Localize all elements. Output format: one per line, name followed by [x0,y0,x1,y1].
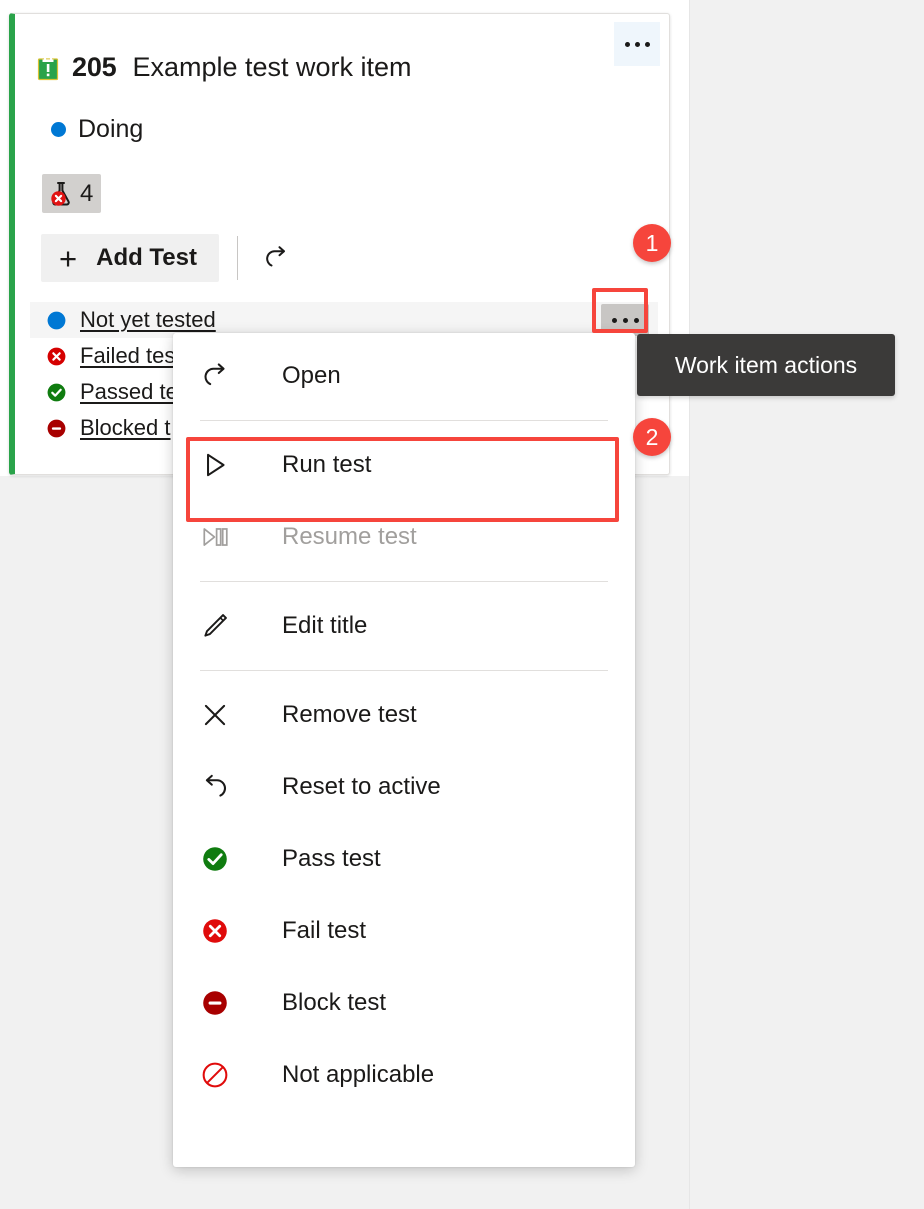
tooltip-work-item-actions: Work item actions [637,334,895,396]
test-title-link[interactable]: Failed tes [80,343,175,369]
open-arrow-icon [266,246,285,267]
menu-item-label: Pass test [282,845,381,872]
pencil-icon [200,608,240,644]
menu-item-resume-test: Resume test [173,501,635,573]
play-pause-icon [200,519,240,555]
not-applicable-icon [200,1057,240,1093]
screenshot-root: 205 Example test work item Doing 4 + Add… [0,0,924,1209]
blocked-status-icon [47,419,66,437]
menu-item-reset-to-active[interactable]: Reset to active [173,751,635,823]
menu-item-label: Run test [282,451,372,478]
close-x-icon [200,697,240,733]
test-title-link[interactable]: Passed te [80,379,178,405]
task-clipboard-icon [37,54,59,80]
open-arrow-icon [200,358,240,394]
menu-item-block-test[interactable]: Block test [173,967,635,1039]
fail-x-icon [200,913,240,949]
failed-flask-icon [51,181,70,206]
test-summary-chip[interactable]: 4 [42,174,102,213]
not-run-status-icon [47,311,66,329]
passed-status-icon [47,383,66,401]
menu-item-remove-test[interactable]: Remove test [173,679,635,751]
menu-item-label: Resume test [282,523,417,550]
work-item-state: Doing [51,115,143,144]
work-item-id: 205 [72,52,117,82]
test-title-link[interactable]: Blocked t [80,415,171,441]
state-label: Doing [78,115,144,143]
test-title-link[interactable]: Not yet tested [80,307,216,333]
failed-status-icon [47,347,66,365]
ellipsis-dot [622,317,628,323]
menu-item-fail-test[interactable]: Fail test [173,895,635,967]
work-item-header: 205 Example test work item [37,52,412,83]
test-count: 4 [80,179,94,207]
menu-item-label: Open [282,362,341,389]
menu-item-label: Block test [282,989,387,1016]
menu-item-open[interactable]: Open [173,340,635,412]
state-dot-icon [51,122,66,137]
test-context-menu: Open Run test Resume test Edit title Rem… [173,333,635,1167]
step-badge-1: 1 [633,224,671,262]
menu-item-label: Not applicable [282,1061,435,1088]
menu-item-not-applicable[interactable]: Not applicable [173,1039,635,1111]
menu-separator [200,670,608,671]
work-item-title: Example test work item [132,52,412,82]
test-row-actions-ellipsis-button[interactable] [601,304,649,336]
add-test-button[interactable]: + Add Test [41,234,219,282]
right-side-panel [690,0,924,1209]
menu-item-label: Reset to active [282,773,441,800]
ellipsis-dot [644,41,650,47]
menu-item-run-test[interactable]: Run test [173,429,635,501]
plus-icon: + [59,240,78,276]
ellipsis-dot [624,41,630,47]
step-badge-2: 2 [633,418,671,456]
block-minus-icon [200,985,240,1021]
menu-separator [200,581,608,582]
work-item-actions-ellipsis-button[interactable] [614,22,660,66]
menu-separator [200,420,608,421]
menu-item-pass-test[interactable]: Pass test [173,823,635,895]
menu-item-label: Remove test [282,701,417,728]
menu-item-label: Edit title [282,612,368,639]
play-icon [200,447,240,483]
ellipsis-dot [611,317,617,323]
pass-check-icon [200,841,240,877]
menu-item-label: Fail test [282,917,367,944]
toolbar-divider [237,236,238,280]
add-test-label: Add Test [96,244,197,271]
undo-arrow-icon [200,769,240,805]
ellipsis-dot [633,317,639,323]
menu-item-edit-title[interactable]: Edit title [173,590,635,662]
test-toolbar: + Add Test [41,234,296,282]
open-test-plan-button[interactable] [256,238,296,278]
ellipsis-dot [634,41,640,47]
